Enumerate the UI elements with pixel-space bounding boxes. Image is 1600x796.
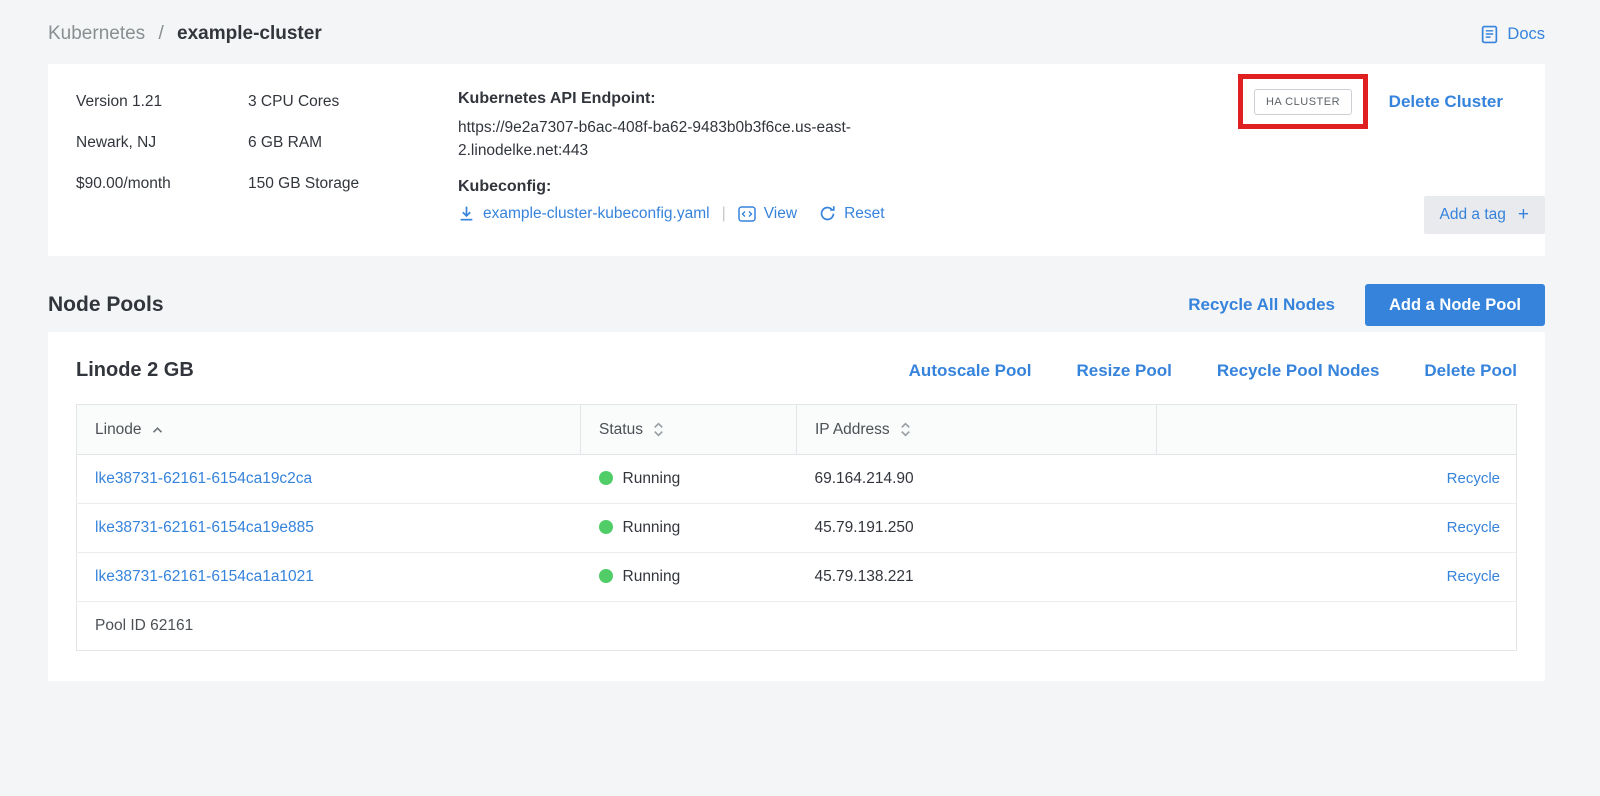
column-header-actions xyxy=(1157,405,1517,455)
column-header-status[interactable]: Status xyxy=(581,405,797,455)
kubeconfig-label: Kubeconfig: xyxy=(458,178,928,196)
pool-card-header: Linode 2 GB Autoscale Pool Resize Pool R… xyxy=(76,359,1517,382)
recycle-all-nodes-button[interactable]: Recycle All Nodes xyxy=(1188,295,1335,315)
sort-ascending-icon xyxy=(151,426,164,434)
api-endpoint-label: Kubernetes API Endpoint: xyxy=(458,90,928,108)
action-cell: Recycle xyxy=(1157,504,1517,553)
linode-link[interactable]: lke38731-62161-6154ca19e885 xyxy=(95,519,314,536)
spec-ram: 6 GB RAM xyxy=(248,134,418,152)
ip-cell: 45.79.191.250 xyxy=(797,504,1157,553)
status-running-icon xyxy=(599,569,613,583)
spec-region: Newark, NJ xyxy=(76,134,248,152)
table-row: lke38731-62161-6154ca19e885 Running 45.7… xyxy=(77,504,1517,553)
divider: | xyxy=(722,205,726,223)
nodes-table: Linode Status xyxy=(76,404,1517,651)
recycle-node-button[interactable]: Recycle xyxy=(1447,519,1500,536)
action-cell: Recycle xyxy=(1157,455,1517,504)
spec-price: $90.00/month xyxy=(76,175,248,193)
breadcrumb-cluster-name: example-cluster xyxy=(177,23,322,44)
reset-icon xyxy=(819,205,836,222)
resize-pool-button[interactable]: Resize Pool xyxy=(1076,361,1171,381)
code-icon xyxy=(738,206,756,222)
table-footer-row: Pool ID 62161 xyxy=(77,602,1517,651)
spec-cpu: 3 CPU Cores xyxy=(248,93,418,111)
status-label: Running xyxy=(623,519,681,536)
top-bar: Kubernetes / example-cluster Docs xyxy=(48,16,1545,52)
status-cell: Running xyxy=(581,504,797,553)
download-icon xyxy=(458,205,475,222)
linode-link[interactable]: lke38731-62161-6154ca19c2ca xyxy=(95,470,312,487)
kubeconfig-download-link[interactable]: example-cluster-kubeconfig.yaml xyxy=(458,205,710,223)
add-tag-label: Add a tag xyxy=(1440,206,1506,224)
node-pools-title: Node Pools xyxy=(48,293,164,317)
autoscale-pool-button[interactable]: Autoscale Pool xyxy=(909,361,1032,381)
pool-id-label: Pool ID 62161 xyxy=(77,602,1517,651)
status-cell: Running xyxy=(581,455,797,504)
sort-icon xyxy=(652,421,665,438)
add-tag-button[interactable]: Add a tag + xyxy=(1424,196,1545,234)
kubeconfig-filename: example-cluster-kubeconfig.yaml xyxy=(483,205,710,223)
delete-cluster-button[interactable]: Delete Cluster xyxy=(1389,92,1503,112)
docs-label: Docs xyxy=(1507,25,1545,44)
recycle-node-button[interactable]: Recycle xyxy=(1447,568,1500,585)
add-node-pool-button[interactable]: Add a Node Pool xyxy=(1365,284,1545,326)
ip-cell: 45.79.138.221 xyxy=(797,553,1157,602)
cluster-summary-card: Version 1.21 3 CPU Cores Newark, NJ 6 GB… xyxy=(48,64,1545,256)
status-running-icon xyxy=(599,520,613,534)
pool-action-links: Autoscale Pool Resize Pool Recycle Pool … xyxy=(909,361,1517,381)
view-label: View xyxy=(764,205,797,223)
reset-label: Reset xyxy=(844,205,885,223)
sort-icon xyxy=(899,421,912,438)
column-header-linode[interactable]: Linode xyxy=(77,405,581,455)
docs-link[interactable]: Docs xyxy=(1480,25,1545,44)
action-cell: Recycle xyxy=(1157,553,1517,602)
ip-cell: 69.164.214.90 xyxy=(797,455,1157,504)
plus-icon: + xyxy=(1518,208,1529,222)
status-cell: Running xyxy=(581,553,797,602)
status-running-icon xyxy=(599,471,613,485)
spec-storage: 150 GB Storage xyxy=(248,175,418,193)
linode-cell: lke38731-62161-6154ca1a1021 xyxy=(77,553,581,602)
view-kubeconfig-link[interactable]: View xyxy=(738,205,797,223)
status-label: Running xyxy=(623,568,681,585)
breadcrumb-kubernetes-link[interactable]: Kubernetes xyxy=(48,23,145,44)
kubernetes-cluster-page: Kubernetes / example-cluster Docs Versio… xyxy=(0,0,1600,681)
breadcrumb: Kubernetes / example-cluster xyxy=(48,23,322,45)
docs-icon xyxy=(1480,25,1499,44)
node-pools-header: Node Pools Recycle All Nodes Add a Node … xyxy=(48,284,1545,326)
column-header-ip[interactable]: IP Address xyxy=(797,405,1157,455)
ip-header-label: IP Address xyxy=(815,421,890,439)
table-row: lke38731-62161-6154ca1a1021 Running 45.7… xyxy=(77,553,1517,602)
recycle-node-button[interactable]: Recycle xyxy=(1447,470,1500,487)
kubeconfig-actions: example-cluster-kubeconfig.yaml | View R… xyxy=(458,205,928,223)
api-endpoint-url: https://9e2a7307-b6ac-408f-ba62-9483b0b3… xyxy=(458,116,928,163)
delete-pool-button[interactable]: Delete Pool xyxy=(1424,361,1517,381)
linode-header-label: Linode xyxy=(95,421,142,439)
cluster-specs: Version 1.21 3 CPU Cores Newark, NJ 6 GB… xyxy=(76,90,418,232)
table-row: lke38731-62161-6154ca19c2ca Running 69.1… xyxy=(77,455,1517,504)
endpoint-block: Kubernetes API Endpoint: https://9e2a730… xyxy=(458,90,928,232)
recycle-pool-nodes-button[interactable]: Recycle Pool Nodes xyxy=(1217,361,1380,381)
breadcrumb-separator: / xyxy=(158,23,163,44)
linode-link[interactable]: lke38731-62161-6154ca1a1021 xyxy=(95,568,314,585)
linode-cell: lke38731-62161-6154ca19e885 xyxy=(77,504,581,553)
node-pool-card: Linode 2 GB Autoscale Pool Resize Pool R… xyxy=(48,332,1545,681)
ha-cluster-badge: HA CLUSTER xyxy=(1254,89,1352,115)
linode-cell: lke38731-62161-6154ca19c2ca xyxy=(77,455,581,504)
table-header-row: Linode Status xyxy=(77,405,1517,455)
status-header-label: Status xyxy=(599,421,643,439)
node-pools-actions: Recycle All Nodes Add a Node Pool xyxy=(1188,284,1545,326)
pool-title: Linode 2 GB xyxy=(76,359,194,382)
status-label: Running xyxy=(623,470,681,487)
reset-kubeconfig-link[interactable]: Reset xyxy=(819,205,885,223)
annotation-highlight-box: HA CLUSTER xyxy=(1238,74,1368,129)
spec-version: Version 1.21 xyxy=(76,93,248,111)
